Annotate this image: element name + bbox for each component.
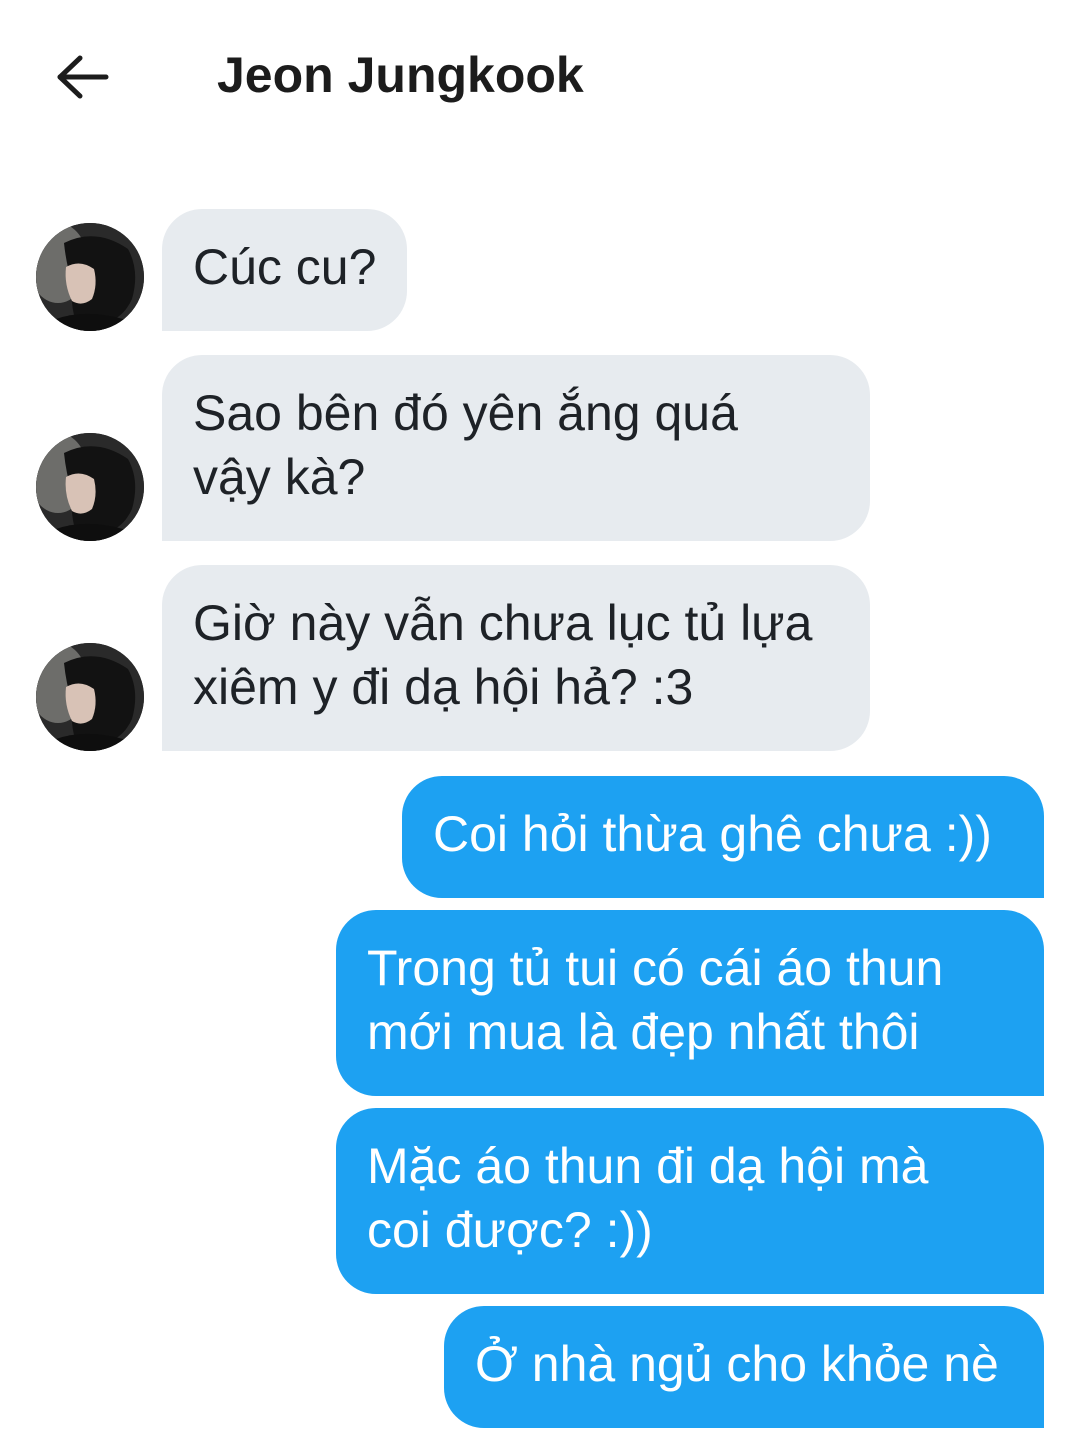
outgoing-message[interactable]: Mặc áo thun đi dạ hội mà coi được? :)) [336, 1108, 1044, 1294]
chat-header: Jeon Jungkook [0, 0, 1080, 150]
avatar-photo [36, 643, 144, 751]
incoming-message[interactable]: Sao bên đó yên ắng quá vậy kà? [162, 355, 870, 541]
outgoing-message[interactable]: Coi hỏi thừa ghê chưa :)) [402, 776, 1044, 898]
avatar-photo [36, 433, 144, 541]
conversation-title: Jeon Jungkook [217, 47, 584, 103]
contact-avatar[interactable] [36, 223, 144, 331]
outgoing-message[interactable]: Trong tủ tui có cái áo thun mới mua là đ… [336, 910, 1044, 1096]
contact-avatar[interactable] [36, 433, 144, 541]
arrow-left-icon [57, 55, 109, 99]
back-button[interactable] [50, 44, 116, 110]
incoming-message[interactable]: Giờ này vẫn chưa lục tủ lựa xiêm y đi dạ… [162, 565, 870, 751]
incoming-message[interactable]: Cúc cu? [162, 209, 408, 331]
outgoing-message[interactable]: Ở nhà ngủ cho khỏe nè [444, 1306, 1044, 1428]
contact-avatar[interactable] [36, 643, 144, 751]
avatar-photo [36, 223, 144, 331]
